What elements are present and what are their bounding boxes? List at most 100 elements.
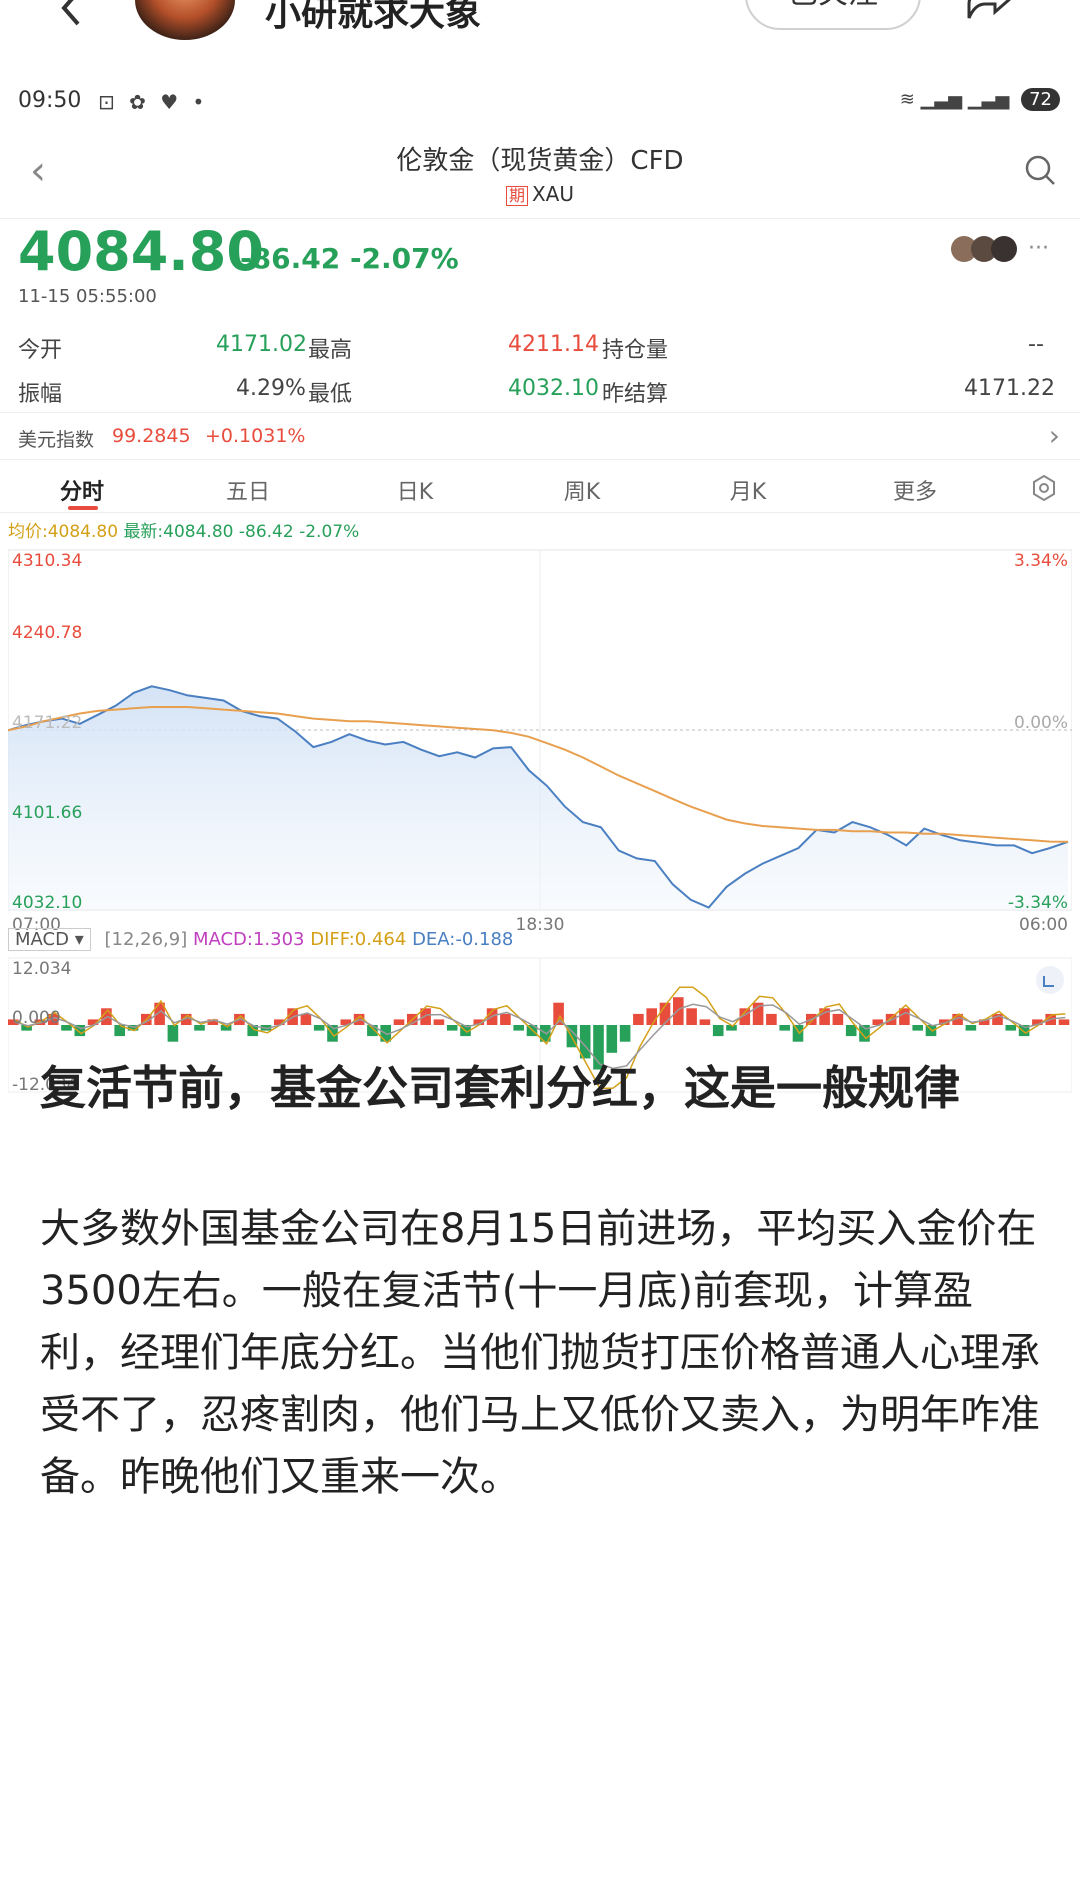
dea-value: DEA:-0.188 xyxy=(412,929,514,950)
low-label: 最低 xyxy=(308,382,353,407)
macd-bar xyxy=(965,1025,977,1031)
chart-tabs: 分时 五日 日K 周K 月K 更多 xyxy=(0,462,1080,513)
intraday-price-chart[interactable]: 4310.34 4240.78 4171.22 4101.66 4032.10 3.34%… xyxy=(8,530,1072,950)
x-tick: 06:00 xyxy=(1019,915,1068,935)
macd-bar xyxy=(766,1013,777,1025)
macd-bar xyxy=(513,1025,524,1031)
more-icon[interactable]: ··· xyxy=(1028,236,1049,261)
chevron-right-icon[interactable]: › xyxy=(1049,419,1060,452)
high-label: 最高 xyxy=(308,338,353,363)
indicator-select[interactable]: MACD ▾ xyxy=(8,928,91,951)
tab-monthly-k[interactable]: 月K xyxy=(678,474,818,506)
price-change: -86.42 -2.07% xyxy=(240,242,459,275)
diff-value: DIFF:0.464 xyxy=(310,929,407,950)
macd-bar xyxy=(1058,1019,1070,1025)
quote-nav-bar: ‹ 伦敦金（现货黄金）CFD 期 XAU xyxy=(0,126,1080,219)
open-label: 今开 xyxy=(18,338,63,363)
last-price: 4084.80 xyxy=(18,220,264,283)
y-tick-left: 4101.66 xyxy=(12,803,82,823)
indicator-name: MACD xyxy=(15,929,69,950)
prev-settle-value: 4171.22 xyxy=(964,376,1055,401)
follow-button[interactable]: 已关注 xyxy=(745,0,921,30)
macd-bar xyxy=(912,1025,923,1031)
macd-bar xyxy=(832,1013,844,1025)
macd-bar xyxy=(673,997,684,1025)
macd-value: MACD:1.303 xyxy=(192,929,305,950)
macd-bar xyxy=(367,1025,378,1037)
outer-top-bar: 小研就求大象 已关注 xyxy=(0,0,1080,60)
amplitude-value: 4.29% xyxy=(236,376,306,401)
macd-bar xyxy=(779,1025,790,1031)
tab-intraday[interactable]: 分时 xyxy=(12,474,152,506)
tab-weekly-k[interactable]: 周K xyxy=(512,474,652,506)
oi-value: -- xyxy=(1028,332,1044,357)
status-time: 09:50 xyxy=(18,88,82,113)
macd-bar xyxy=(300,1013,312,1025)
macd-bar xyxy=(313,1025,325,1031)
status-app-icons: ⊡ ✿ ♥ • xyxy=(98,90,209,114)
dollar-index-value: 99.2845 xyxy=(112,425,191,447)
macd-bar xyxy=(1005,1025,1017,1031)
y-tick-right: 0.00% xyxy=(1014,713,1068,733)
tab-five-day[interactable]: 五日 xyxy=(178,474,318,506)
macd-bar xyxy=(61,1025,72,1031)
y-tick-left: 4310.34 xyxy=(12,551,82,571)
author-avatar[interactable] xyxy=(135,0,235,40)
y-tick-left: 4240.78 xyxy=(12,623,82,643)
dollar-index-row[interactable]: 美元指数 99.2845 +0.1031% › xyxy=(0,412,1080,460)
wifi-icon: ≋ xyxy=(899,89,915,110)
author-name[interactable]: 小研就求大象 xyxy=(265,0,481,36)
prev-settle-label: 昨结算 xyxy=(602,382,669,407)
oi-label: 持仓量 xyxy=(602,338,669,363)
macd-bar xyxy=(619,1025,631,1042)
y-tick-left: 4032.10 xyxy=(12,893,82,913)
symbol-code: XAU xyxy=(531,182,575,206)
macd-y-tick: 12.034 xyxy=(12,959,71,979)
y-tick-right: -3.34% xyxy=(1008,893,1068,913)
macd-bar xyxy=(500,1013,511,1025)
y-tick-left: 4171.22 xyxy=(12,713,82,733)
y-tick-right: 3.34% xyxy=(1014,551,1068,571)
stat-row-1: 今开 4171.02 最高 4211.14 持仓量 -- xyxy=(18,332,1058,376)
change-percent: -2.07% xyxy=(349,242,459,275)
status-bar: 09:50 ⊡ ✿ ♥ • ≋ ▁▃▅ ▁▃▅ 72 xyxy=(0,70,1080,130)
macd-bar xyxy=(845,1025,857,1037)
active-tab-indicator xyxy=(68,506,98,510)
macd-bar xyxy=(633,1013,644,1025)
tab-more[interactable]: 更多 xyxy=(845,474,985,506)
macd-bar xyxy=(446,1025,458,1031)
macd-bar xyxy=(792,1025,804,1042)
tab-daily-k[interactable]: 日K xyxy=(345,474,485,506)
macd-header: MACD ▾ [12,26,9] MACD:1.303 DIFF:0.464 D… xyxy=(8,928,513,951)
quote-timestamp: 11-15 05:55:00 xyxy=(18,286,157,307)
battery-icon: 72 xyxy=(1021,88,1060,111)
macd-bar xyxy=(686,1008,697,1025)
expand-icon[interactable] xyxy=(1036,966,1064,994)
futures-badge: 期 xyxy=(505,186,528,206)
user-avatars-icon[interactable] xyxy=(950,232,1020,266)
signal-icon: ▁▃▅ xyxy=(920,89,963,110)
dollar-index-change: +0.1031% xyxy=(205,425,306,447)
instrument-title: 伦敦金（现货黄金）CFD xyxy=(396,146,684,176)
macd-bar xyxy=(393,1019,405,1025)
price-area-fill xyxy=(8,686,1068,910)
change-value: -86.42 xyxy=(240,242,341,275)
macd-bar xyxy=(646,1008,657,1025)
article-title: 复活节前，基金公司套利分红，这是一般规律 xyxy=(40,1061,960,1115)
macd-bar xyxy=(699,1019,711,1025)
low-value: 4032.10 xyxy=(508,376,599,401)
settings-gear-icon[interactable] xyxy=(1030,474,1058,502)
dollar-index-label: 美元指数 xyxy=(18,429,95,451)
open-value: 4171.02 xyxy=(216,332,307,357)
high-value: 4211.14 xyxy=(508,332,599,357)
x-tick: 18:30 xyxy=(516,915,565,935)
macd-bar xyxy=(167,1025,179,1042)
instrument-symbol: 期 XAU xyxy=(0,182,1080,206)
macd-y-tick: 0.000 xyxy=(12,1008,61,1028)
share-icon[interactable] xyxy=(965,0,1015,22)
back-arrow-icon[interactable] xyxy=(52,0,92,28)
macd-bar xyxy=(433,1019,445,1025)
macd-bar xyxy=(606,1025,618,1053)
search-icon[interactable] xyxy=(1024,154,1056,186)
quote-stats: 今开 4171.02 最高 4211.14 持仓量 -- 振幅 4.29% 最低… xyxy=(18,332,1058,420)
